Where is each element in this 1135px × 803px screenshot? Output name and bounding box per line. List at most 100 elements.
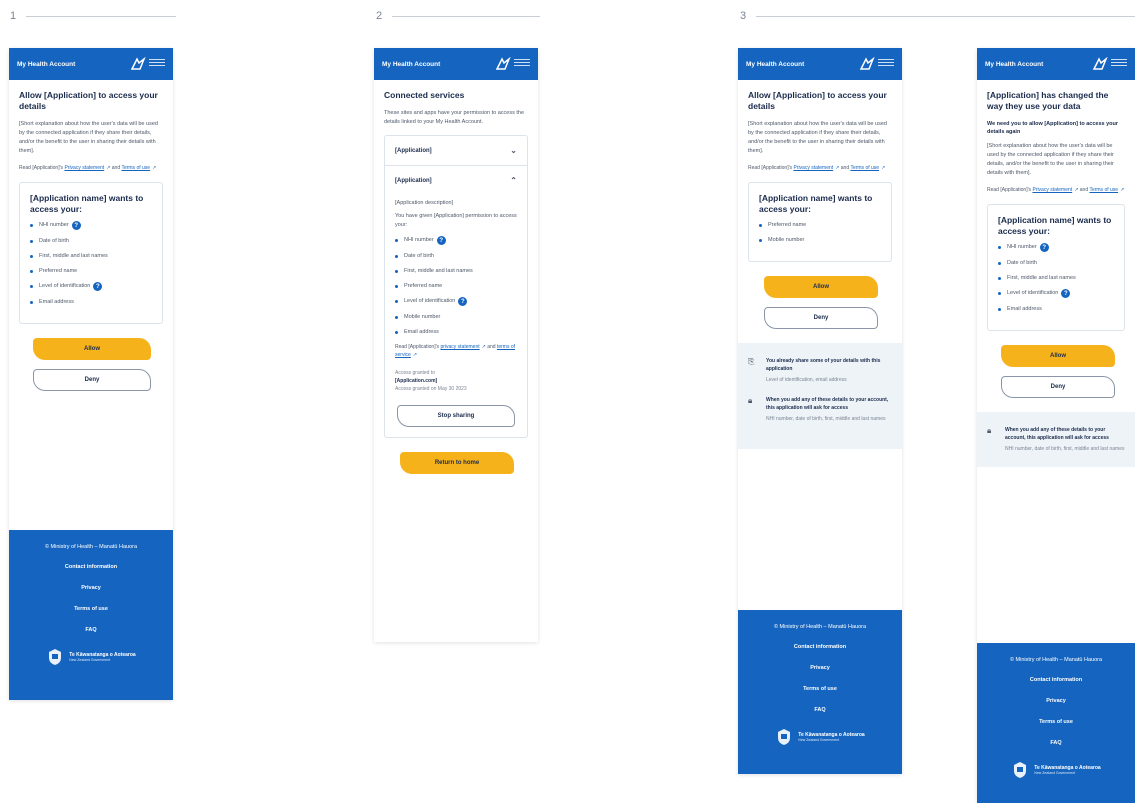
footer-link-contact[interactable]: Contact information <box>738 644 902 650</box>
list-item: Date of birth <box>30 237 152 245</box>
list-item: Level of identification? <box>395 297 517 306</box>
info-panel: 🔒︎ When you add any of these details to … <box>977 412 1135 467</box>
services-accordion: [Application] ⌄ [Application] ⌃ [Applicati… <box>384 135 528 438</box>
already-shared-notice: ⎘ You already share some of your details… <box>748 357 881 383</box>
external-link-icon: ↗ <box>481 344 486 350</box>
footer-link-terms[interactable]: Terms of use <box>738 686 902 692</box>
footer-link-faq[interactable]: FAQ <box>977 740 1135 746</box>
header-title: My Health Account <box>746 60 805 68</box>
card-title: [Application name] wants to access your: <box>998 215 1112 236</box>
section-number-1: 1 <box>10 10 17 22</box>
card-title: [Application name] wants to access your: <box>30 193 144 214</box>
crest-icon <box>1014 762 1027 778</box>
list-item: NHI number? <box>30 221 152 230</box>
policy-links: Read [Application]'s Privacy statement ↗ … <box>19 165 157 171</box>
privacy-statement-link[interactable]: Privacy statement <box>64 165 104 171</box>
intro-text: These sites and apps have your permissio… <box>384 110 525 125</box>
deny-button[interactable]: Deny <box>33 369 151 391</box>
health-logo <box>130 57 165 71</box>
health-logo <box>1092 57 1127 71</box>
terms-of-use-link[interactable]: Terms of use <box>1089 187 1118 193</box>
help-icon[interactable]: ? <box>458 297 468 306</box>
government-logo: Te Kāwanatanga o Aotearoa New Zealand Gov… <box>738 728 902 746</box>
list-item: Preferred name <box>395 282 517 290</box>
list-item: Mobile number <box>395 313 517 321</box>
help-icon[interactable]: ? <box>436 236 446 245</box>
terms-of-use-link[interactable]: Terms of use <box>850 165 879 171</box>
screen-connected-services: My Health Account Connected services The… <box>374 48 538 642</box>
header-title: My Health Account <box>985 60 1044 68</box>
app-header: My Health Account <box>977 48 1135 80</box>
footer-link-privacy[interactable]: Privacy <box>977 698 1135 704</box>
crest-icon <box>49 649 62 665</box>
deny-button[interactable]: Deny <box>1001 376 1115 398</box>
help-icon[interactable]: ? <box>71 221 81 230</box>
help-icon[interactable]: ? <box>1039 243 1049 252</box>
footer-link-contact[interactable]: Contact information <box>977 677 1135 683</box>
screen-allow-access: My Health Account Allow [Application] to… <box>9 48 173 700</box>
help-icon[interactable]: ? <box>1061 289 1071 298</box>
section-number-3: 3 <box>740 10 747 22</box>
footer-link-terms[interactable]: Terms of use <box>977 719 1135 725</box>
list-item: NHI number? <box>395 236 517 245</box>
list-item: Level of identification? <box>30 282 152 291</box>
policy-links: Read [Application]'s Privacy statement ↗ … <box>748 165 886 171</box>
allow-button[interactable]: Allow <box>764 276 878 298</box>
external-link-icon: ↗ <box>106 165 111 171</box>
section-divider <box>392 16 540 17</box>
privacy-statement-link[interactable]: Privacy statement <box>793 165 833 171</box>
list-item: Date of birth <box>998 259 1114 267</box>
privacy-statement-link[interactable]: Privacy statement <box>1032 187 1072 193</box>
list-item: Date of birth <box>395 252 517 260</box>
access-request-card: [Application name] wants to access your:… <box>748 182 892 262</box>
deny-button[interactable]: Deny <box>764 307 878 329</box>
site-footer: © Ministry of Health – Manatū Hauora Con… <box>9 530 173 700</box>
chevron-down-icon: ⌄ <box>510 146 517 155</box>
list-item: Level of identification? <box>998 289 1114 298</box>
app-description: [Application description] <box>395 200 454 206</box>
footer-link-privacy[interactable]: Privacy <box>9 585 173 591</box>
section-number-2: 2 <box>376 10 383 22</box>
accordion-item-collapsed[interactable]: [Application] ⌄ <box>385 136 527 165</box>
copyright-text: © Ministry of Health – Manatū Hauora <box>1009 657 1103 663</box>
health-logo <box>495 57 530 71</box>
list-item: Email address <box>30 298 152 306</box>
government-logo: Te Kāwanatanga o Aotearoa New Zealand Gov… <box>977 761 1135 779</box>
stop-sharing-button[interactable]: Stop sharing <box>397 405 515 427</box>
list-item: Mobile number <box>759 236 881 244</box>
header-title: My Health Account <box>382 60 441 68</box>
footer-link-faq[interactable]: FAQ <box>738 707 902 713</box>
return-home-button[interactable]: Return to home <box>400 452 514 474</box>
footer-link-contact[interactable]: Contact information <box>9 564 173 570</box>
external-link-icon: ↗ <box>412 352 418 358</box>
footer-link-privacy[interactable]: Privacy <box>738 665 902 671</box>
government-logo: Te Kāwanatanga o Aotearoa New Zealand Gov… <box>9 648 173 666</box>
footer-link-faq[interactable]: FAQ <box>9 627 173 633</box>
access-request-card: [Application name] wants to access your:… <box>19 182 163 324</box>
explanation-text: [Short explanation about how the user's … <box>987 143 1114 176</box>
accordion-item-expanded[interactable]: [Application] ⌃ <box>385 165 527 195</box>
list-item: Preferred name <box>759 221 881 229</box>
allow-button[interactable]: Allow <box>33 338 151 360</box>
list-item: Email address <box>998 305 1114 313</box>
section-divider <box>756 16 1135 17</box>
help-icon[interactable]: ? <box>93 282 103 291</box>
section-divider <box>26 16 176 17</box>
lock-icon: 🔒︎ <box>748 396 753 405</box>
list-item: Preferred name <box>30 267 152 275</box>
app-header: My Health Account <box>738 48 902 80</box>
screen-partial-access: My Health Account Allow [Application] to… <box>738 48 902 774</box>
info-panel: ⎘ You already share some of your details… <box>738 343 902 449</box>
footer-link-terms[interactable]: Terms of use <box>9 606 173 612</box>
chevron-up-icon: ⌃ <box>510 176 517 185</box>
explanation-text: [Short explanation about how the user's … <box>19 121 158 154</box>
terms-of-use-link[interactable]: Terms of use <box>121 165 150 171</box>
allow-button[interactable]: Allow <box>1001 345 1115 367</box>
app-header: My Health Account <box>9 48 173 80</box>
permission-text: You have given [Application] permission … <box>395 213 517 228</box>
site-footer: © Ministry of Health – Manatū Hauora Con… <box>738 610 902 774</box>
page-title: Allow [Application] to access your detai… <box>748 90 887 111</box>
access-info: Access granted to [Application.com] Acce… <box>395 370 467 392</box>
privacy-statement-link[interactable]: privacy statement <box>440 344 479 350</box>
explanation-text: [Short explanation about how the user's … <box>748 121 887 154</box>
